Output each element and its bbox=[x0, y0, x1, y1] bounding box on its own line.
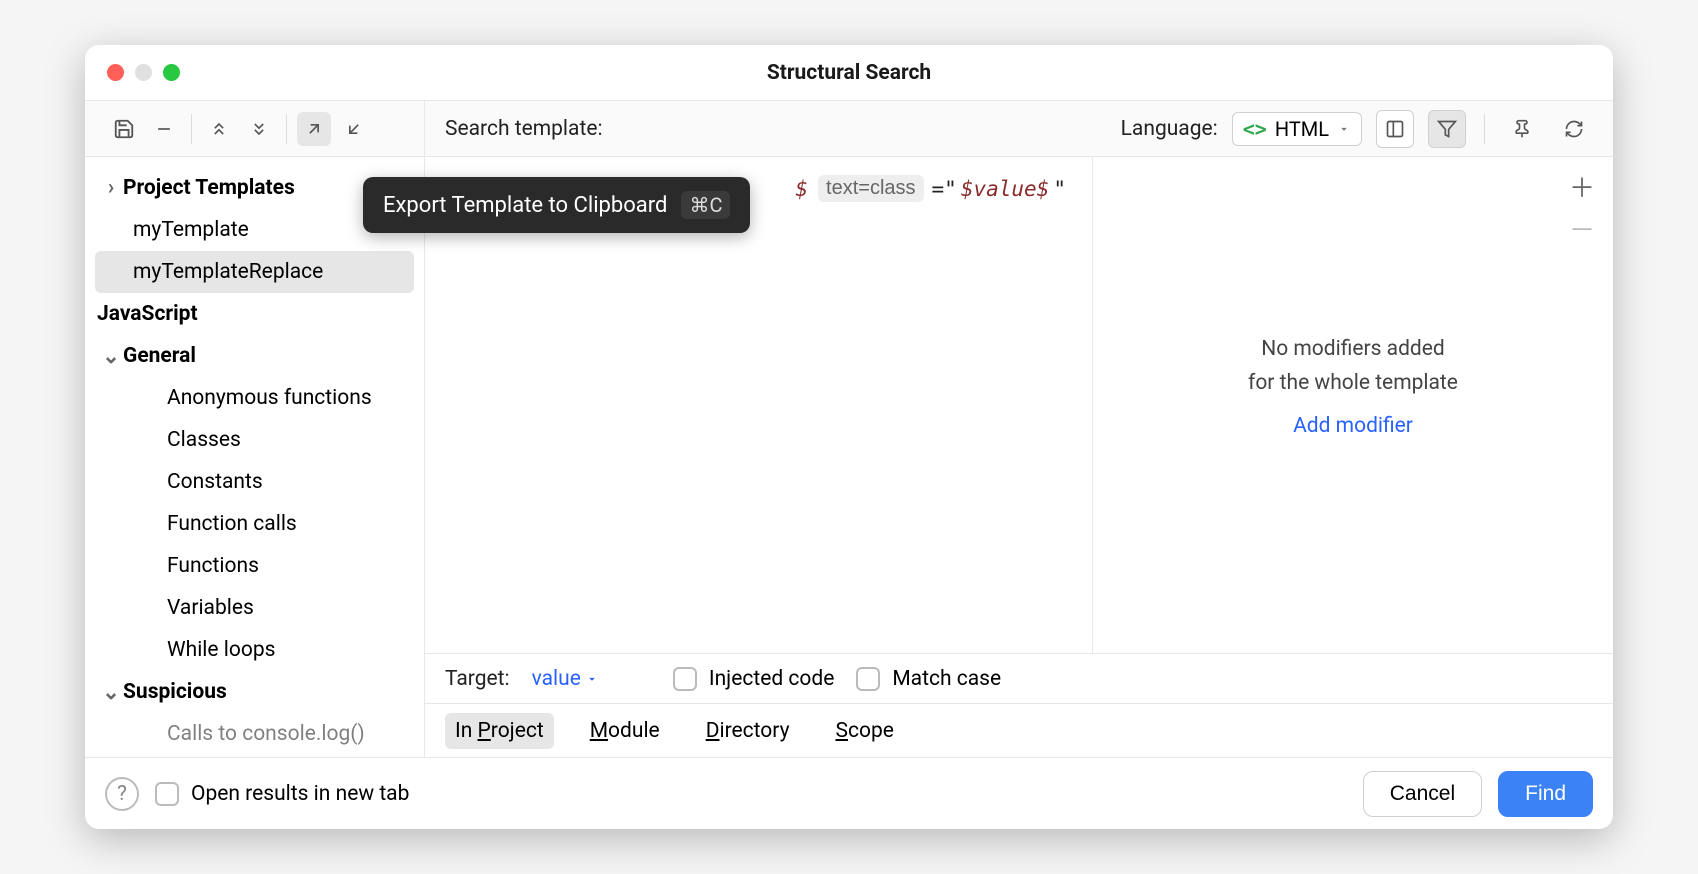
footer: ? Open results in new tab Cancel Find bbox=[85, 757, 1613, 829]
template-item-selected[interactable]: myTemplateReplace bbox=[95, 251, 414, 293]
template-item[interactable]: Classes bbox=[85, 419, 424, 461]
language-label: Language: bbox=[1121, 117, 1218, 141]
editor-header: Search template: Language: <> HTML bbox=[425, 101, 1613, 156]
separator bbox=[191, 114, 192, 144]
language-dropdown[interactable]: <> HTML bbox=[1232, 112, 1362, 146]
sidebar-toolbar bbox=[85, 101, 425, 156]
open-new-tab-checkbox[interactable]: Open results in new tab bbox=[155, 782, 409, 806]
checkbox-icon bbox=[155, 782, 179, 806]
remove-modifier-icon: － bbox=[1567, 213, 1597, 243]
scope-tab-directory[interactable]: Directory bbox=[696, 713, 800, 749]
template-item[interactable]: Anonymous functions bbox=[85, 377, 424, 419]
help-icon[interactable]: ? bbox=[105, 777, 139, 811]
scope-tab-project[interactable]: In Project bbox=[445, 713, 554, 749]
code-text: " bbox=[1053, 177, 1066, 201]
placeholder-value: $value$ bbox=[961, 177, 1050, 201]
scope-tab-module[interactable]: Module bbox=[580, 713, 670, 749]
collapse-all-icon[interactable] bbox=[242, 112, 276, 146]
chevron-down-icon: ⌄ bbox=[99, 680, 123, 705]
target-row: Target: value Injected code Match case bbox=[425, 653, 1613, 703]
language-value: HTML bbox=[1275, 117, 1329, 141]
template-item[interactable]: Functions bbox=[85, 545, 424, 587]
match-case-checkbox[interactable]: Match case bbox=[856, 667, 1001, 691]
refresh-icon[interactable] bbox=[1555, 110, 1593, 148]
import-template-icon[interactable] bbox=[337, 112, 371, 146]
target-dropdown[interactable]: value bbox=[532, 667, 599, 691]
scope-tabs: In Project Module Directory Scope bbox=[425, 703, 1613, 757]
template-item[interactable]: Function calls bbox=[85, 503, 424, 545]
chevron-down-icon bbox=[1337, 122, 1351, 136]
group-suspicious[interactable]: ⌄ Suspicious bbox=[85, 671, 424, 713]
add-modifier-link[interactable]: Add modifier bbox=[1293, 414, 1413, 438]
target-label: Target: bbox=[445, 667, 510, 691]
add-modifier-icon[interactable]: ＋ bbox=[1567, 171, 1597, 201]
template-item[interactable]: Variables bbox=[85, 587, 424, 629]
chevron-right-icon: › bbox=[99, 176, 123, 200]
template-item[interactable]: Constants bbox=[85, 461, 424, 503]
remove-template-icon[interactable] bbox=[147, 112, 181, 146]
scope-tab-scope[interactable]: Scope bbox=[826, 713, 904, 749]
template-item[interactable]: Calls to console.log() bbox=[85, 713, 424, 755]
titlebar: Structural Search bbox=[85, 45, 1613, 101]
html-tag-icon: <> bbox=[1243, 117, 1267, 141]
chevron-down-icon: ⌄ bbox=[99, 344, 123, 369]
minimize-window-button[interactable] bbox=[135, 64, 152, 81]
checkbox-icon bbox=[673, 667, 697, 691]
modifiers-panel: ＋ － No modifiers added for the whole tem… bbox=[1093, 157, 1613, 653]
cancel-button[interactable]: Cancel bbox=[1363, 771, 1482, 817]
export-template-icon[interactable] bbox=[297, 112, 331, 146]
pin-icon[interactable] bbox=[1503, 110, 1541, 148]
window-title: Structural Search bbox=[85, 61, 1613, 85]
code-text: =" bbox=[932, 177, 957, 201]
search-template-label: Search template: bbox=[445, 117, 603, 141]
expand-all-icon[interactable] bbox=[202, 112, 236, 146]
separator bbox=[1484, 114, 1485, 144]
tooltip-shortcut: ⌘C bbox=[681, 191, 730, 219]
separator bbox=[286, 114, 287, 144]
no-modifiers-message: No modifiers added for the whole templat… bbox=[1103, 333, 1603, 400]
injected-code-checkbox[interactable]: Injected code bbox=[673, 667, 834, 691]
traffic-lights bbox=[85, 64, 180, 81]
checkbox-icon bbox=[856, 667, 880, 691]
template-item[interactable]: While loops bbox=[85, 629, 424, 671]
body: › Project Templates myTemplate myTemplat… bbox=[85, 157, 1613, 757]
structural-search-window: Structural Search Se bbox=[85, 45, 1613, 829]
inlay-hint: text=class bbox=[818, 175, 923, 202]
close-window-button[interactable] bbox=[107, 64, 124, 81]
group-general[interactable]: ⌄ General bbox=[85, 335, 424, 377]
main-pane: $ text=class =" $value$ " ＋ － No modifie… bbox=[425, 157, 1613, 757]
toggle-structure-icon[interactable] bbox=[1376, 110, 1414, 148]
find-button[interactable]: Find bbox=[1498, 771, 1593, 817]
toolbar: Search template: Language: <> HTML bbox=[85, 101, 1613, 157]
chevron-down-icon bbox=[585, 672, 599, 686]
filter-icon[interactable] bbox=[1428, 110, 1466, 148]
group-javascript[interactable]: JavaScript bbox=[85, 293, 424, 335]
tooltip-text: Export Template to Clipboard bbox=[383, 193, 667, 218]
export-tooltip: Export Template to Clipboard ⌘C bbox=[363, 177, 750, 233]
templates-sidebar[interactable]: › Project Templates myTemplate myTemplat… bbox=[85, 157, 425, 757]
maximize-window-button[interactable] bbox=[163, 64, 180, 81]
save-template-icon[interactable] bbox=[107, 112, 141, 146]
placeholder-token: $ bbox=[795, 177, 808, 201]
